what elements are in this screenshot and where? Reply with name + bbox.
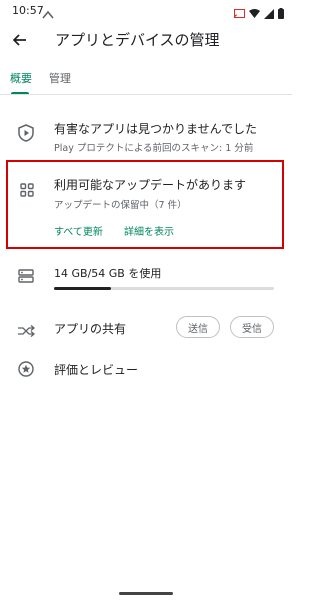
storage-icon [18, 268, 34, 287]
updates-subtitle: アップデートの保留中（7 件） [54, 200, 187, 211]
star-circle-icon [18, 361, 34, 381]
wifi-icon [249, 4, 260, 23]
play-protect-card[interactable]: 有害なアプリは見つかりませんでした Play プロテクトによる前回のスキャン: … [0, 112, 292, 158]
back-arrow-icon[interactable] [10, 30, 30, 50]
gesture-nav-handle[interactable] [119, 592, 173, 595]
storage-progress-fill [54, 287, 112, 290]
share-label: アプリの共有 [54, 322, 127, 336]
tabs-divider [0, 94, 292, 95]
status-bar: 10:57 [0, 0, 292, 22]
send-button[interactable]: 送信 [176, 316, 220, 338]
protect-title: 有害なアプリは見つかりませんでした [54, 122, 258, 136]
shield-icon [18, 124, 34, 146]
storage-label: 14 GB/54 GB を使用 [54, 267, 162, 280]
cast-icon [234, 4, 245, 23]
update-all-button[interactable]: すべて更新 [54, 223, 103, 238]
battery-icon [278, 4, 284, 23]
notification-icon [42, 5, 54, 24]
share-row: アプリの共有 送信 受信 [0, 314, 292, 342]
tab-overview[interactable]: 概要 [10, 70, 32, 86]
ratings-row[interactable]: 評価とレビュー [0, 356, 292, 382]
page-title: アプリとデバイスの管理 [55, 31, 220, 49]
storage-progress-bar [54, 287, 274, 290]
nearby-share-icon [17, 322, 36, 341]
tab-manage[interactable]: 管理 [49, 70, 71, 86]
status-time: 10:57 [12, 4, 44, 17]
view-details-button[interactable]: 詳細を表示 [124, 223, 174, 238]
updates-card[interactable]: 利用可能なアップデートがあります アップデートの保留中（7 件） すべて更新 詳… [8, 162, 282, 247]
apps-grid-icon [20, 182, 34, 201]
updates-title: 利用可能なアップデートがあります [54, 178, 247, 192]
tab-bar: 概要 管理 [0, 64, 292, 95]
protect-subtitle: Play プロテクトによる前回のスキャン: 1 分前 [54, 143, 254, 154]
signal-icon [264, 4, 274, 23]
receive-button[interactable]: 受信 [230, 316, 274, 338]
ratings-label: 評価とレビュー [54, 363, 139, 377]
